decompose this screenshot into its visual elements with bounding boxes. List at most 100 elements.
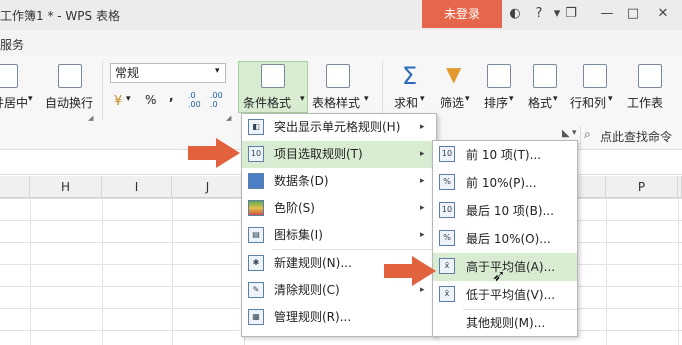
maximize-icon[interactable]: □: [622, 3, 644, 25]
conditional-format-dropdown-icon[interactable]: ▾: [300, 94, 305, 104]
format-button[interactable]: 格式: [528, 94, 552, 111]
below-average-icon: x̄: [439, 286, 455, 302]
menu-item-icon-sets[interactable]: ▤ 图标集(I) ▸: [242, 222, 436, 249]
dialog-launcher-icon[interactable]: ◢: [88, 114, 93, 122]
filter-button[interactable]: 筛选: [440, 94, 464, 111]
divider: [382, 60, 383, 120]
bottom-10-icon: 10: [439, 202, 455, 218]
row-col-icon[interactable]: [583, 64, 607, 88]
increase-decimal-button[interactable]: .0 .00: [188, 91, 201, 109]
pin-dropdown-icon[interactable]: ▾: [572, 128, 577, 138]
manage-rules-icon: ▦: [248, 309, 264, 325]
top-10-icon: 10: [439, 146, 455, 162]
menu-item-color-scales[interactable]: 色阶(S) ▸: [242, 195, 436, 222]
grid-line: [606, 198, 607, 345]
highlight-cells-icon: ◧: [248, 119, 264, 135]
submenu-arrow-icon: ▸: [420, 122, 425, 132]
divider: [102, 60, 103, 120]
conditional-format-button[interactable]: 条件格式: [243, 94, 291, 111]
search-icon[interactable]: ⌕: [584, 127, 591, 142]
window-title: 工作簿1 * - WPS 表格: [0, 9, 120, 23]
menu-item-bottom-10-items[interactable]: 10 最后 10 项(B)...: [433, 197, 577, 225]
filter-icon[interactable]: ▼: [446, 62, 461, 86]
sort-button[interactable]: 排序: [484, 94, 508, 111]
menu-item-top-10-percent[interactable]: % 前 10%(P)...: [433, 169, 577, 197]
close-icon[interactable]: ✕: [652, 3, 674, 25]
skin-icon[interactable]: ◐: [506, 5, 524, 23]
worksheet-icon[interactable]: [638, 64, 662, 88]
menu-item-manage-rules[interactable]: ▦ 管理规则(R)...: [242, 304, 436, 331]
sum-button[interactable]: 求和: [394, 94, 418, 111]
row-col-dropdown-icon[interactable]: ▾: [608, 94, 613, 104]
worksheet-button[interactable]: 工作表: [627, 94, 663, 111]
new-rule-icon: ✱: [248, 255, 264, 271]
menu-item-top-bottom-rules[interactable]: 10 项目选取规则(T) ▸: [242, 141, 436, 168]
login-button[interactable]: 未登录: [422, 0, 502, 28]
sum-dropdown-icon[interactable]: ▾: [420, 94, 425, 104]
merge-center-button[interactable]: 合并居中: [0, 94, 28, 111]
restore-icon[interactable]: ❐: [560, 3, 582, 25]
above-average-icon: x̄: [439, 258, 455, 274]
row-col-button[interactable]: 行和列: [570, 94, 606, 111]
sort-dropdown-icon[interactable]: ▾: [509, 94, 514, 104]
conditional-format-icon[interactable]: [261, 64, 285, 88]
search-command-input[interactable]: 点此查找命令: [600, 128, 672, 145]
pin-icon[interactable]: ◣: [562, 128, 570, 139]
menu-item-label: 前 10 项(T)...: [466, 148, 542, 162]
annotation-arrow-icon: [384, 256, 440, 286]
column-header-i[interactable]: I: [102, 176, 172, 198]
submenu-arrow-icon: ▸: [420, 149, 425, 159]
number-dialog-launcher-icon[interactable]: ◢: [226, 114, 231, 122]
filter-dropdown-icon[interactable]: ▾: [465, 94, 470, 104]
menu-item-more-rules[interactable]: 其他规则(M)...: [433, 310, 577, 337]
menu-item-below-average[interactable]: x̄ 低于平均值(V)...: [433, 281, 577, 309]
table-style-button[interactable]: 表格样式: [312, 94, 360, 111]
menu-item-data-bars[interactable]: 数据条(D) ▸: [242, 168, 436, 195]
column-header-p[interactable]: P: [606, 176, 678, 198]
grid-line: [102, 198, 103, 345]
column-header[interactable]: [678, 176, 682, 198]
divider: [580, 126, 581, 144]
conditional-format-menu: ◧ 突出显示单元格规则(H) ▸ 10 项目选取规则(T) ▸ 数据条(D) ▸…: [241, 113, 437, 337]
clear-rules-icon: ✎: [248, 282, 264, 298]
sum-icon[interactable]: Σ: [402, 62, 417, 90]
grid-line: [172, 198, 173, 345]
column-header-h[interactable]: H: [30, 176, 102, 198]
top-percent-icon: %: [439, 174, 455, 190]
column-header[interactable]: [0, 176, 30, 198]
menu-item-cloud-service[interactable]: 云服务: [0, 36, 24, 53]
wrap-text-icon[interactable]: [58, 64, 82, 88]
menu-bar: [0, 30, 682, 56]
format-icon[interactable]: [533, 64, 557, 88]
menu-item-highlight-cells-rules[interactable]: ◧ 突出显示单元格规则(H) ▸: [242, 114, 436, 141]
table-style-dropdown-icon[interactable]: ▾: [364, 94, 369, 104]
submenu-arrow-icon: ▸: [420, 203, 425, 213]
decrease-decimal-button[interactable]: .00 .0: [210, 91, 223, 109]
format-dropdown-icon[interactable]: ▾: [553, 94, 558, 104]
menu-item-bottom-10-percent[interactable]: % 最后 10%(O)...: [433, 225, 577, 253]
color-scales-icon: [248, 200, 264, 216]
table-style-icon[interactable]: [326, 64, 350, 88]
column-header-j[interactable]: J: [172, 176, 244, 198]
thousand-separator-button[interactable]: ,: [169, 89, 174, 103]
number-format-value: 常规: [115, 66, 140, 80]
currency-icon[interactable]: ¥: [114, 94, 122, 109]
merge-center-icon[interactable]: [0, 64, 18, 88]
menu-item-label: 色阶(S): [274, 201, 315, 215]
number-format-select[interactable]: 常规: [110, 63, 226, 83]
bottom-percent-icon: %: [439, 230, 455, 246]
currency-dropdown-icon[interactable]: ▾: [126, 94, 131, 104]
menu-item-label: 最后 10%(O)...: [466, 232, 551, 246]
chevron-down-icon[interactable]: ▾: [215, 66, 220, 76]
percent-button[interactable]: %: [145, 93, 156, 107]
grid-line: [30, 198, 31, 345]
minimize-icon[interactable]: —: [596, 3, 618, 25]
wrap-text-button[interactable]: 自动换行: [45, 94, 93, 111]
submenu-arrow-icon: ▸: [420, 176, 425, 186]
menu-item-top-10-items[interactable]: 10 前 10 项(T)...: [433, 141, 577, 169]
help-icon[interactable]: ?: [530, 5, 548, 23]
menu-item-label: 前 10%(P)...: [466, 176, 537, 190]
sort-icon[interactable]: [487, 64, 511, 88]
merge-dropdown-icon[interactable]: ▾: [28, 94, 33, 104]
menu-item-label: 新建规则(N)...: [274, 256, 352, 270]
